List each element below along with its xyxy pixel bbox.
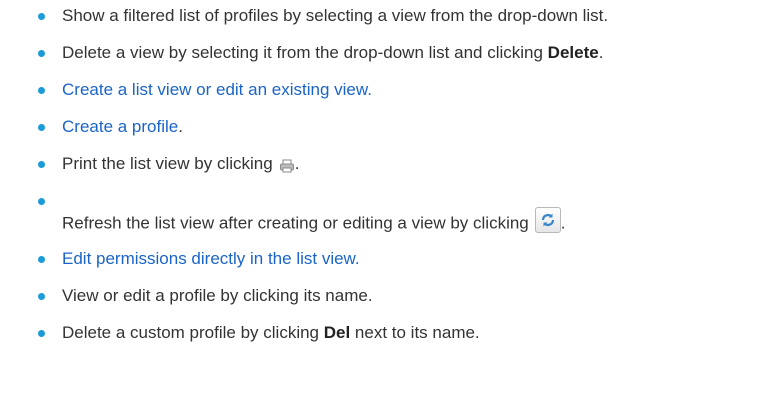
item-text: Delete a view by selecting it from the d… (62, 42, 603, 64)
refresh-icon (541, 213, 554, 227)
item-text: Show a filtered list of profiles by sele… (62, 6, 609, 25)
item-text: Create a profile. (62, 116, 183, 138)
refresh-button[interactable] (534, 207, 561, 233)
bullet-icon (38, 50, 45, 57)
item-text-pre: Print the list view by clicking (62, 154, 273, 173)
item-text-post: . (178, 117, 183, 136)
bullet-icon (38, 13, 45, 20)
bullet-icon (38, 293, 45, 300)
item-text: Delete a custom profile by clicking Del … (62, 322, 480, 344)
bullet-icon (38, 198, 45, 205)
item-text-pre: Delete a custom profile by clicking (62, 323, 324, 342)
printer-icon[interactable] (279, 157, 295, 173)
bullet-icon (38, 87, 45, 94)
item-text: Print the list view by clicking. (62, 153, 299, 175)
bullet-icon (38, 124, 45, 131)
item-text-post: . (598, 43, 604, 62)
create-list-view-link[interactable]: Create a list view or edit an existing v… (62, 80, 372, 99)
bullet-list: Show a filtered list of profiles by sele… (0, 0, 760, 400)
item-text: Refresh the list view after creating or … (62, 207, 566, 237)
item-text: Edit permissions directly in the list vi… (62, 248, 360, 270)
edit-permissions-link[interactable]: Edit permissions directly in the list vi… (62, 249, 360, 268)
item-text-post: . (560, 213, 566, 233)
create-profile-link[interactable]: Create a profile (62, 117, 178, 136)
del-label: Del (323, 323, 351, 342)
list-item: Refresh the list view after creating or … (0, 185, 760, 235)
bullet-icon (38, 330, 45, 337)
item-text: Create a list view or edit an existing v… (62, 79, 372, 101)
item-text-pre: Refresh the list view after creating or … (62, 213, 529, 233)
item-text: View or edit a profile by clicking its n… (62, 286, 373, 305)
item-text-pre: Delete a view by selecting it from the d… (62, 43, 548, 62)
item-text-post: next to its name. (350, 323, 480, 342)
bullet-icon (38, 161, 45, 168)
item-text-post: . (294, 154, 300, 173)
bullet-icon (38, 256, 45, 263)
delete-label: Delete (547, 43, 599, 62)
